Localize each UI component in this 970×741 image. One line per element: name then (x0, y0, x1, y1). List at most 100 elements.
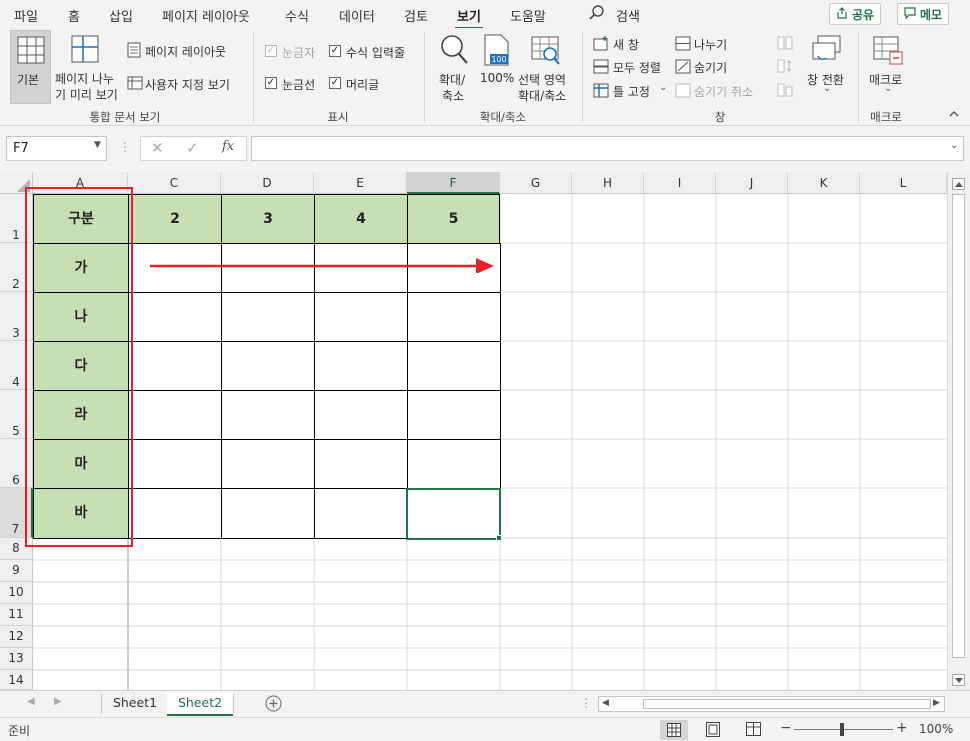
zoom-button[interactable]: 확대/ 축소 (434, 30, 474, 104)
expand-formula-icon[interactable]: ⌄ (950, 140, 958, 151)
share-button[interactable]: 공유 (829, 3, 882, 25)
horizontal-scrollbar[interactable]: ◀ ▶ (598, 696, 945, 712)
switch-windows-button[interactable]: 창 전환 ⌄ (804, 30, 850, 104)
row-header-10[interactable]: 10 (0, 582, 33, 604)
tab-insert[interactable]: 삽입 (109, 6, 133, 25)
tab-data[interactable]: 데이터 (339, 6, 375, 25)
column-header-h[interactable]: H (572, 172, 644, 194)
gridlines-checkbox[interactable]: ✓ (265, 77, 277, 89)
tab-home[interactable]: 홈 (68, 6, 80, 25)
freeze-panes-button[interactable]: 틀 고정 ⌄ (593, 82, 669, 100)
search-icon[interactable] (588, 4, 606, 25)
chevron-down-icon: ⌄ (659, 82, 668, 93)
split-button[interactable]: 나누기 (675, 35, 735, 53)
tab-view[interactable]: 보기 (455, 6, 483, 30)
page-layout-view-button[interactable]: 페이지 레이아웃 (127, 40, 239, 60)
formula-input[interactable]: ⌄ (251, 136, 964, 161)
row-header-13[interactable]: 13 (0, 648, 33, 670)
custom-views-button[interactable]: 사용자 지정 보기 (127, 73, 242, 93)
zoom-group-label: 확대/축소 (479, 110, 527, 124)
prev-sheet-icon[interactable]: ◀ (27, 696, 35, 707)
tab-help[interactable]: 도움말 (510, 6, 546, 25)
normal-view-status-button[interactable] (660, 720, 688, 740)
new-window-button[interactable]: 새 창 (593, 35, 653, 53)
zoom-to-selection-button[interactable]: 선택 영역 확대/축소 (517, 30, 575, 104)
annotation-arrow (150, 258, 494, 273)
column-header-i[interactable]: I (644, 172, 716, 194)
tab-formulas[interactable]: 수식 (285, 6, 309, 25)
page-break-preview-label-2: 기 미리 보기 (55, 88, 118, 102)
header-cell-4[interactable]: 4 (314, 194, 408, 244)
tab-review[interactable]: 검토 (404, 6, 428, 25)
vertical-scrollbar[interactable] (947, 172, 970, 690)
scroll-left-button[interactable]: ◀ (602, 698, 609, 708)
column-header-c[interactable]: C (128, 172, 221, 194)
column-header-f[interactable]: F (407, 172, 500, 194)
add-sheet-icon[interactable] (265, 695, 282, 715)
selected-cell[interactable] (406, 488, 501, 540)
header-cell-2[interactable]: 2 (128, 194, 222, 244)
row-header-14[interactable]: 14 (0, 670, 33, 690)
normal-view-button[interactable]: 기본 (10, 30, 51, 104)
more-options-icon[interactable]: ⋮ (119, 140, 131, 154)
page-break-status-icon[interactable] (746, 722, 761, 739)
worksheet-grid[interactable]: A C D E F G H I J K L 1 2 3 4 5 6 7 8 9 … (0, 172, 970, 690)
column-header-g[interactable]: G (500, 172, 572, 194)
column-header-l[interactable]: L (860, 172, 947, 194)
unhide-button[interactable]: 숨기기 취소 (675, 82, 765, 100)
memo-button[interactable]: 메모 (897, 3, 950, 25)
zoom-to-selection-icon (531, 36, 561, 69)
scroll-down-button[interactable] (952, 674, 965, 686)
zoom-slider-thumb[interactable] (840, 723, 844, 736)
name-box-value: F7 (13, 141, 29, 156)
zoom-100-button[interactable]: 100 100% (478, 30, 514, 104)
scroll-thumb[interactable] (952, 194, 965, 658)
search-label[interactable]: 검색 (616, 6, 640, 25)
collapse-ribbon-icon[interactable] (948, 108, 960, 122)
page-layout-status-icon[interactable] (706, 722, 720, 740)
unhide-icon (675, 83, 691, 101)
header-cell-5[interactable]: 5 (407, 194, 500, 244)
page-break-preview-button[interactable]: 페이지 나누 기 미리 보기 (53, 30, 123, 104)
formula-bar-row: F7 ▼ ⋮ ✕ ✓ fx ⌄ (0, 126, 970, 172)
tab-split-handle-icon[interactable]: ⋮ (580, 696, 592, 710)
row-header-11[interactable]: 11 (0, 604, 33, 626)
sheet-tab-sheet2[interactable]: Sheet2 (167, 691, 233, 716)
fill-handle[interactable] (496, 535, 502, 541)
name-box[interactable]: F7 ▼ (6, 136, 107, 161)
view-side-by-side-icon[interactable] (777, 36, 793, 53)
macros-button[interactable]: 매크로 ⌄ (865, 30, 911, 104)
next-sheet-icon[interactable]: ▶ (54, 696, 62, 707)
zoom-in-icon[interactable]: + (896, 720, 908, 736)
formula-bar-checkbox[interactable]: ✓ (329, 45, 341, 57)
tab-file[interactable]: 파일 (14, 6, 38, 25)
headings-checkbox[interactable]: ✓ (329, 77, 341, 89)
split-label: 나누기 (694, 38, 728, 52)
horizontal-scroll-thumb[interactable] (643, 699, 931, 709)
header-cell-3[interactable]: 3 (221, 194, 315, 244)
reset-window-position-icon[interactable] (777, 83, 793, 100)
scroll-right-button[interactable]: ▶ (933, 698, 940, 708)
tab-page-layout[interactable]: 페이지 레이아웃 (162, 6, 250, 25)
zoom-level[interactable]: 100% (919, 722, 953, 736)
row-header-12[interactable]: 12 (0, 626, 33, 648)
enter-icon[interactable]: ✓ (186, 139, 199, 157)
scroll-up-button[interactable] (952, 178, 965, 190)
window-group-label: 창 (714, 110, 726, 124)
row-header-9[interactable]: 9 (0, 560, 33, 582)
synchronous-scrolling-icon[interactable] (777, 59, 793, 76)
arrange-all-button[interactable]: 모두 정렬 (593, 58, 669, 76)
cancel-icon[interactable]: ✕ (151, 139, 164, 157)
ruler-label: 눈금자 (282, 46, 316, 60)
ruler-checkbox[interactable]: ✓ (265, 45, 277, 57)
chevron-down-icon[interactable]: ▼ (94, 140, 101, 150)
arrange-all-icon (593, 59, 609, 77)
column-header-j[interactable]: J (716, 172, 788, 194)
sheet-tab-sheet1[interactable]: Sheet1 (104, 691, 166, 716)
column-header-k[interactable]: K (788, 172, 860, 194)
column-header-d[interactable]: D (221, 172, 314, 194)
hide-button[interactable]: 숨기기 (675, 58, 735, 76)
zoom-out-icon[interactable]: − (780, 720, 792, 736)
column-header-e[interactable]: E (314, 172, 407, 194)
insert-function-icon[interactable]: fx (222, 139, 234, 154)
